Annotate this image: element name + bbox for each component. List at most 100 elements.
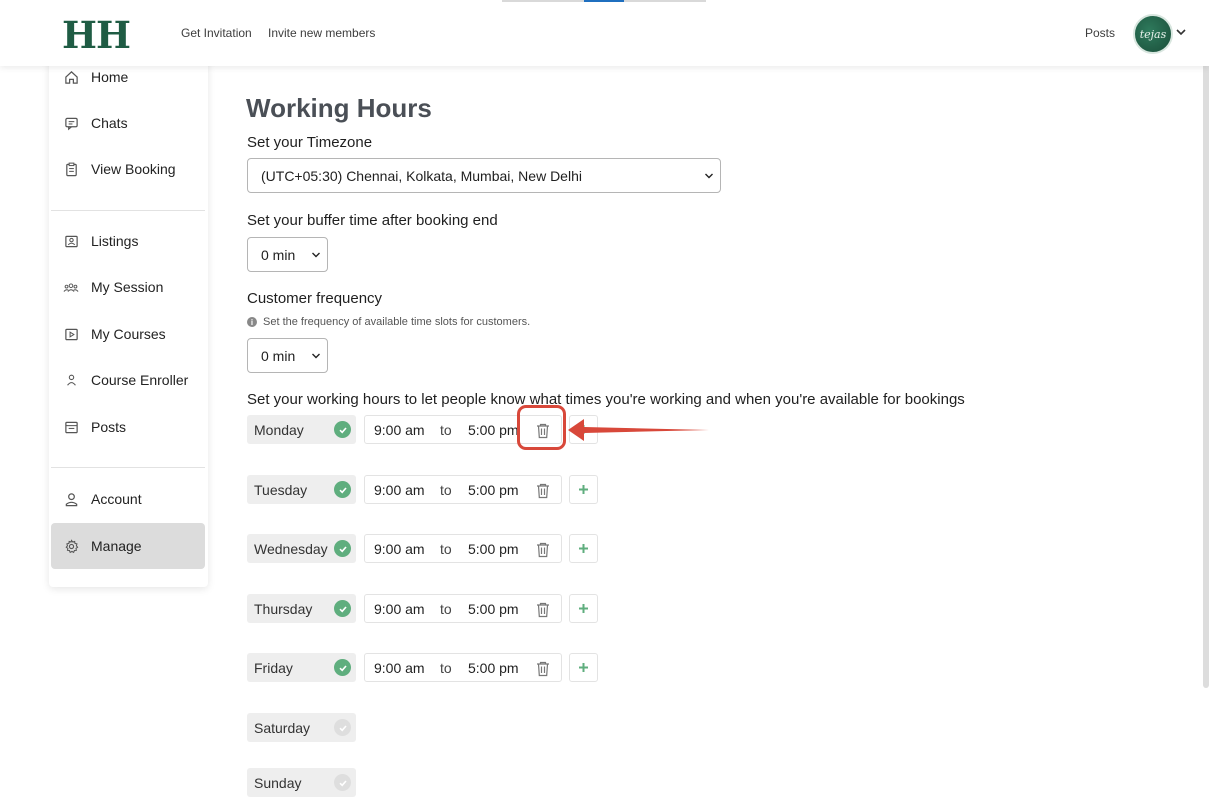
- home-icon: [63, 69, 79, 85]
- user-icon: [63, 372, 79, 388]
- start-time[interactable]: 9:00 am: [374, 482, 425, 498]
- frequency-value: 0 min: [261, 347, 296, 364]
- frequency-hint-text: Set the frequency of available time slot…: [263, 316, 531, 328]
- start-time[interactable]: 9:00 am: [374, 660, 425, 676]
- logo[interactable]: HH: [62, 13, 131, 57]
- add-slot-button[interactable]: [569, 653, 598, 682]
- trash-icon[interactable]: [535, 601, 551, 618]
- sidebar-item-label: View Booking: [91, 161, 176, 177]
- nav-invite-members[interactable]: Invite new members: [268, 26, 375, 40]
- trash-icon[interactable]: [535, 660, 551, 677]
- end-time[interactable]: 5:00 pm: [468, 660, 519, 676]
- sidebar-item-course-enroller[interactable]: Course Enroller: [51, 357, 205, 403]
- to-text: to: [440, 541, 452, 557]
- timezone-select[interactable]: (UTC+05:30) Chennai, Kolkata, Mumbai, Ne…: [247, 158, 721, 193]
- check-icon[interactable]: [334, 481, 351, 498]
- annotation-highlight-box: [517, 405, 566, 450]
- add-slot-button[interactable]: [569, 594, 598, 623]
- play-icon: [63, 326, 79, 342]
- check-icon[interactable]: [334, 600, 351, 617]
- check-icon[interactable]: [334, 540, 351, 557]
- scrollbar[interactable]: [1203, 40, 1209, 688]
- page-title: Working Hours: [246, 93, 432, 123]
- end-time[interactable]: 5:00 pm: [468, 541, 519, 557]
- day-label: Monday: [254, 421, 304, 438]
- buffer-select[interactable]: 0 min: [247, 237, 328, 272]
- day-monday: Monday: [247, 415, 356, 444]
- sidebar-item-manage[interactable]: Manage: [51, 523, 205, 569]
- check-icon[interactable]: [334, 421, 351, 438]
- day-label: Tuesday: [254, 481, 308, 498]
- sidebar-item-label: Home: [91, 69, 129, 85]
- frequency-select[interactable]: 0 min: [247, 338, 328, 373]
- buffer-label: Set your buffer time after booking end: [247, 212, 498, 229]
- group-icon: [63, 279, 79, 295]
- start-time[interactable]: 9:00 am: [374, 422, 425, 438]
- timezone-label: Set your Timezone: [247, 134, 373, 151]
- to-text: to: [440, 422, 452, 438]
- end-time[interactable]: 5:00 pm: [468, 482, 519, 498]
- sidebar-item-label: Listings: [91, 233, 139, 249]
- buffer-value: 0 min: [261, 246, 296, 263]
- nav-get-invitation[interactable]: Get Invitation: [181, 26, 252, 40]
- clipboard-icon: [63, 161, 79, 177]
- avatar[interactable]: tejas: [1133, 14, 1173, 54]
- sidebar-item-my-session[interactable]: My Session: [51, 264, 205, 310]
- time-range: 9:00 am to 5:00 pm: [364, 594, 562, 623]
- day-label: Sunday: [254, 774, 302, 791]
- day-wednesday: Wednesday: [247, 534, 356, 563]
- sidebar-item-posts[interactable]: Posts: [51, 404, 205, 450]
- sidebar-item-label: Manage: [91, 538, 142, 554]
- timezone-value: (UTC+05:30) Chennai, Kolkata, Mumbai, Ne…: [261, 167, 582, 184]
- day-label: Saturday: [254, 719, 311, 736]
- sidebar-item-label: My Session: [91, 279, 164, 295]
- sidebar-item-label: Posts: [91, 419, 127, 435]
- day-sunday: Sunday: [247, 768, 356, 797]
- tab-indicator-active: [584, 0, 624, 2]
- day-friday: Friday: [247, 653, 356, 682]
- sidebar-item-account[interactable]: Account: [51, 476, 205, 522]
- check-icon[interactable]: [334, 659, 351, 676]
- day-saturday: Saturday: [247, 713, 356, 742]
- day-label: Thursday: [254, 600, 313, 617]
- plus-icon: [579, 544, 588, 553]
- chevron-down-icon: [705, 173, 713, 178]
- time-range: 9:00 am to 5:00 pm: [364, 534, 562, 563]
- sidebar-divider: [51, 210, 205, 211]
- chevron-down-icon: [312, 252, 320, 257]
- add-slot-button[interactable]: [569, 534, 598, 563]
- tab-indicator: [502, 0, 584, 2]
- plus-icon: [579, 485, 588, 494]
- to-text: to: [440, 482, 452, 498]
- to-text: to: [440, 660, 452, 676]
- start-time[interactable]: 9:00 am: [374, 541, 425, 557]
- check-icon[interactable]: [334, 774, 351, 791]
- frequency-hint: i Set the frequency of available time sl…: [247, 316, 530, 328]
- start-time[interactable]: 9:00 am: [374, 601, 425, 617]
- sidebar-item-view-booking[interactable]: View Booking: [51, 146, 205, 192]
- sidebar-item-label: Course Enroller: [91, 372, 189, 388]
- chat-icon: [63, 115, 79, 131]
- sidebar-item-my-courses[interactable]: My Courses: [51, 311, 205, 357]
- check-icon[interactable]: [334, 719, 351, 736]
- end-time[interactable]: 5:00 pm: [468, 601, 519, 617]
- gear-icon: [63, 538, 79, 554]
- add-slot-button[interactable]: [569, 475, 598, 504]
- annotation-arrow-icon: [568, 419, 709, 441]
- sidebar-item-listings[interactable]: Listings: [51, 218, 205, 264]
- to-text: to: [440, 601, 452, 617]
- nav-posts[interactable]: Posts: [1085, 26, 1115, 40]
- day-label: Wednesday: [254, 540, 328, 557]
- end-time[interactable]: 5:00 pm: [468, 422, 519, 438]
- sidebar: Home Chats View Booking Listings My Sess…: [49, 56, 208, 587]
- trash-icon[interactable]: [535, 541, 551, 558]
- posts-icon: [63, 419, 79, 435]
- time-range: 9:00 am to 5:00 pm: [364, 475, 562, 504]
- listing-icon: [63, 233, 79, 249]
- tab-indicator: [624, 0, 706, 2]
- chevron-down-icon[interactable]: [1175, 26, 1187, 38]
- trash-icon[interactable]: [535, 482, 551, 499]
- info-icon: i: [247, 317, 257, 327]
- sidebar-item-chats[interactable]: Chats: [51, 100, 205, 146]
- chevron-down-icon: [312, 353, 320, 358]
